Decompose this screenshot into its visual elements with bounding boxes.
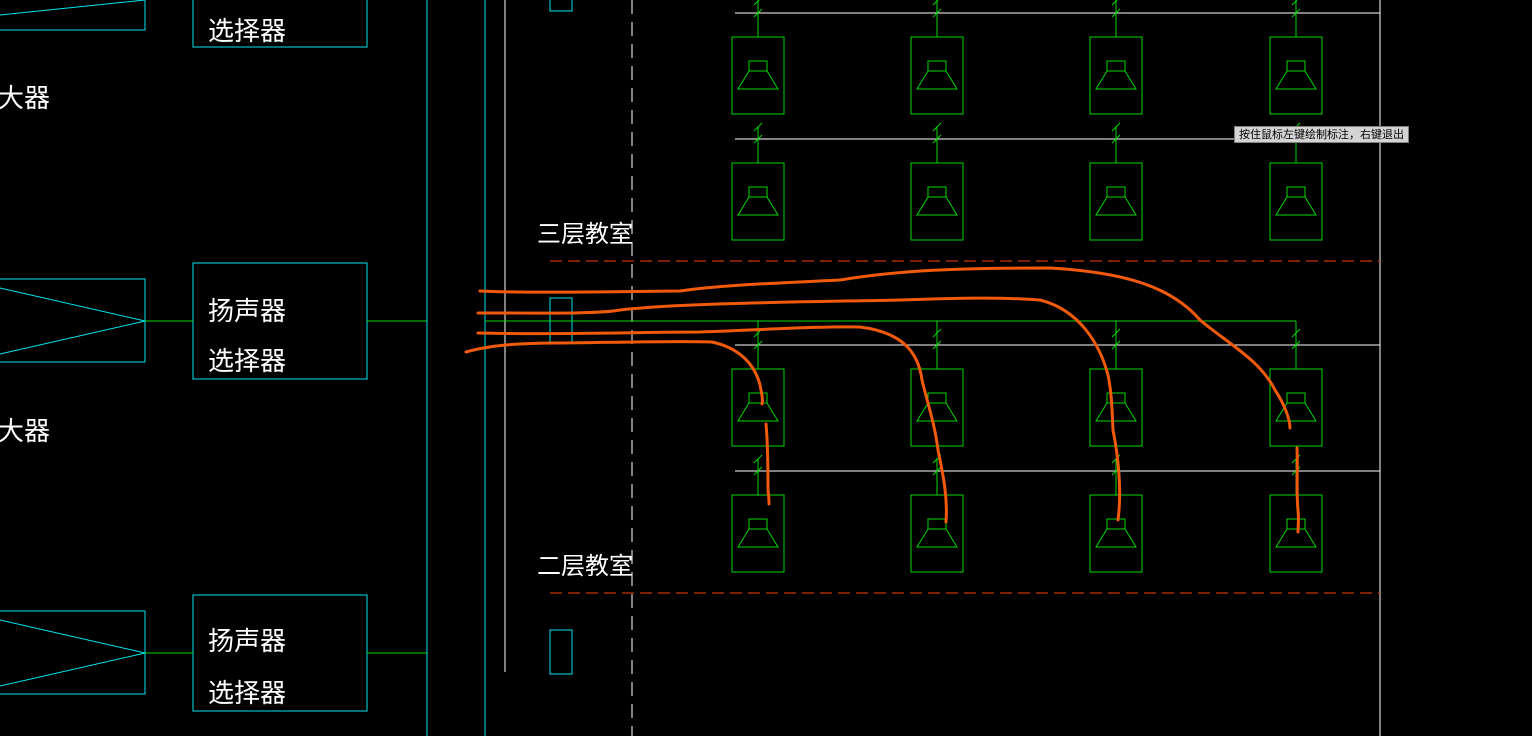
selector-label-top: 选择器: [208, 17, 286, 47]
speaker-symbol: [910, 0, 964, 115]
markup-stroke-1b: [1295, 446, 1300, 534]
speaker-symbol: [910, 122, 964, 241]
floor-dividers: [550, 260, 1380, 594]
selector-labels: 选择器 扬声器 选择器 扬声器 选择器: [208, 17, 286, 709]
selector-label-bottom: 选择器: [208, 679, 286, 709]
markup-stroke-4b: [764, 422, 771, 506]
vertical-bus: [426, 0, 1381, 736]
floor3-label: 三层教室: [537, 220, 633, 248]
speaker-symbol: [1089, 122, 1143, 241]
markup-stroke-3: [476, 325, 948, 524]
floor-labels: 三层教室 二层教室: [537, 220, 633, 580]
markup-stroke-4: [464, 340, 764, 406]
speaker-symbol: [731, 122, 785, 241]
speaker-label-middle: 扬声器: [208, 297, 286, 327]
amplifier-label-2: 大器: [0, 417, 50, 447]
cad-drawing-canvas[interactable]: 大器 大器 选择器 扬声器 选择器 扬声器 选择器 三层教室 二层教室: [0, 0, 1532, 736]
speaker-symbol: [1269, 328, 1323, 447]
selector-label-middle: 选择器: [208, 347, 286, 377]
amplifier-labels: 大器 大器: [0, 84, 50, 447]
speaker-symbol: [910, 454, 964, 573]
speaker-label-bottom: 扬声器: [208, 627, 286, 657]
speaker-symbol: [731, 0, 785, 115]
orange-markup: [464, 266, 1300, 534]
floor2-label: 二层教室: [537, 552, 633, 580]
speaker-symbol: [1089, 0, 1143, 115]
speaker-symbol: [1089, 454, 1143, 573]
markup-stroke-1: [478, 266, 1292, 430]
amplifier-label-1: 大器: [0, 84, 50, 114]
speaker-symbol: [1269, 0, 1323, 115]
speaker-symbol: [731, 328, 785, 447]
amplifier-box-top: [0, 0, 146, 31]
speaker-symbol: [731, 454, 785, 573]
speaker-grid: [731, 0, 1323, 573]
markup-stroke-2: [476, 296, 1122, 522]
speaker-symbol: [910, 328, 964, 447]
status-tooltip: 按住鼠标左键绘制标注，右键退出: [1234, 126, 1409, 143]
